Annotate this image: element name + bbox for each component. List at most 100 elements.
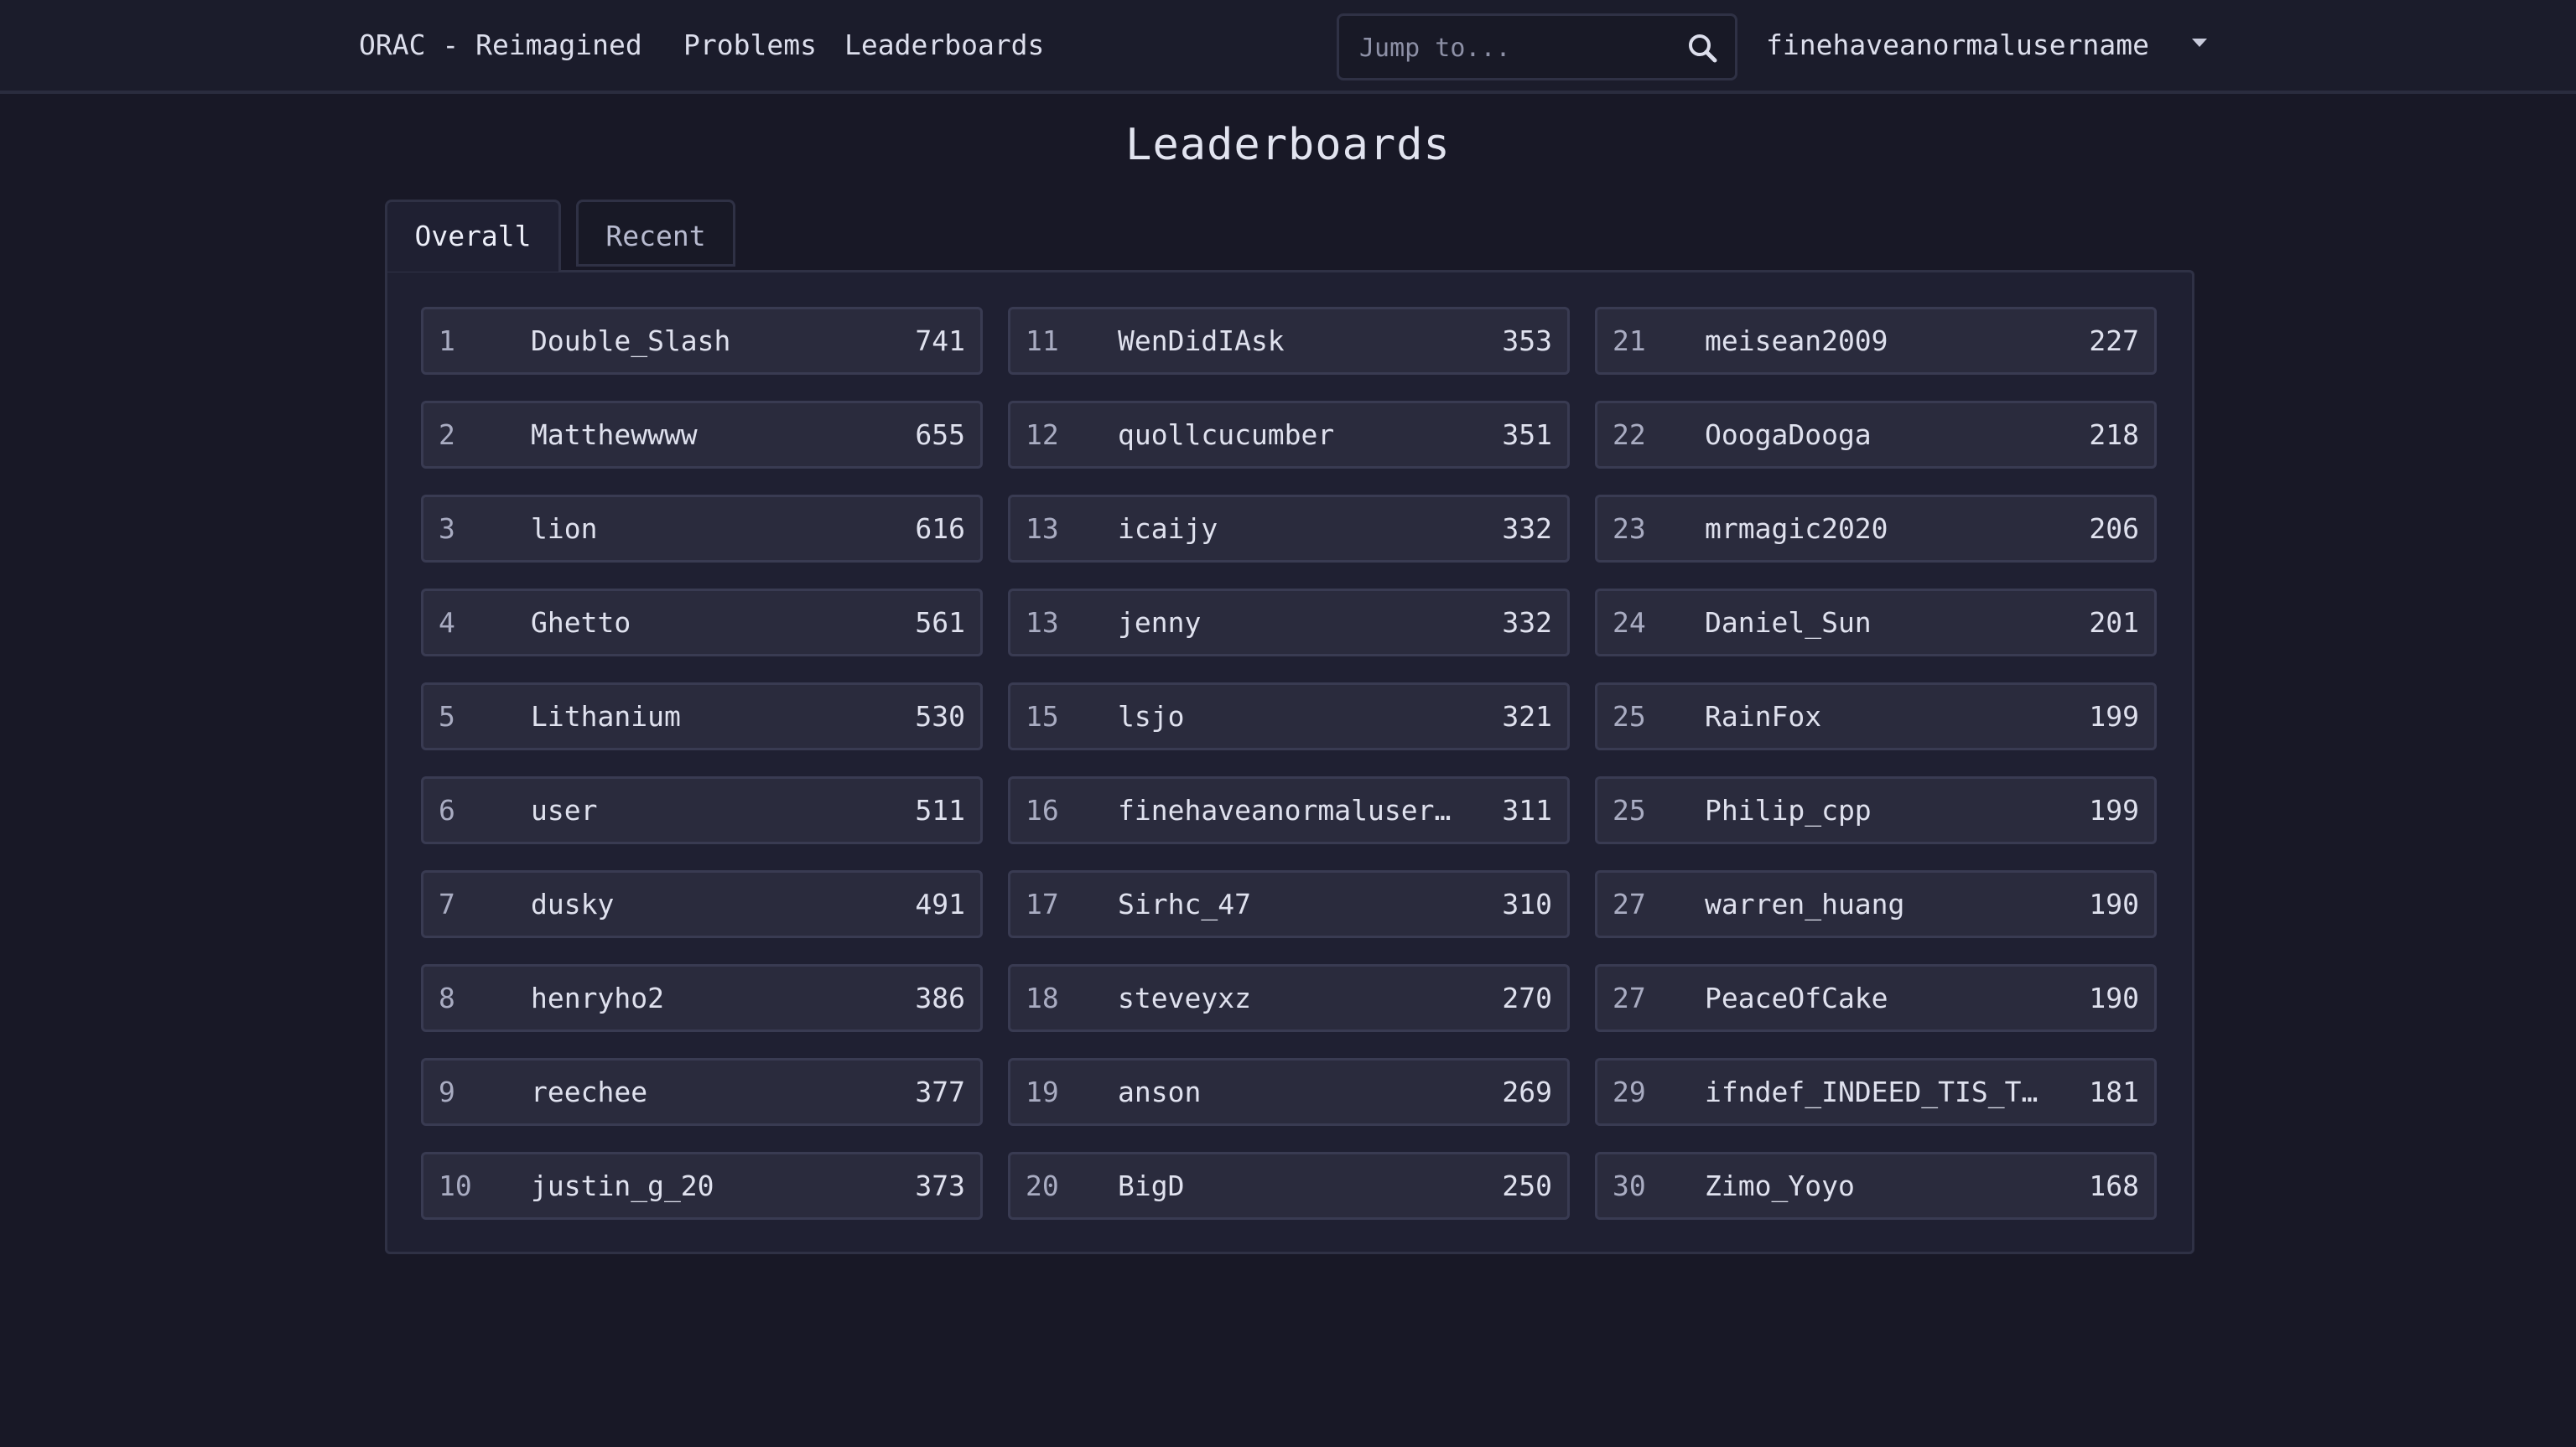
entry-score: 168: [2089, 1170, 2139, 1202]
entry-username[interactable]: justin_g_20: [531, 1154, 866, 1217]
entry-rank: 27: [1613, 982, 1646, 1014]
entry-rank: 20: [1026, 1170, 1059, 1202]
leaderboard-entry[interactable]: 15 lsjo 321: [1008, 682, 1570, 750]
leaderboards-link[interactable]: Leaderboards: [844, 23, 1044, 67]
entry-username[interactable]: lion: [531, 497, 866, 560]
entry-score: 386: [915, 982, 965, 1014]
entry-username[interactable]: meisean2009: [1705, 309, 2040, 372]
leaderboard-entry[interactable]: 25 Philip_cpp 199: [1595, 776, 2157, 844]
entry-rank: 9: [439, 1076, 455, 1108]
entry-username[interactable]: user: [531, 779, 866, 842]
entry-username[interactable]: dusky: [531, 873, 866, 936]
page-title: Leaderboards: [1125, 120, 1451, 170]
entry-username[interactable]: jenny: [1118, 591, 1453, 654]
problems-link[interactable]: Problems: [683, 23, 817, 67]
entry-score: 353: [1502, 324, 1552, 357]
leaderboard-entry[interactable]: 30 Zimo_Yoyo 168: [1595, 1152, 2157, 1220]
leaderboard-entry[interactable]: 17 Sirhc_47 310: [1008, 870, 1570, 938]
user-menu[interactable]: finehaveanormalusername: [1766, 23, 2236, 67]
entry-username[interactable]: mrmagic2020: [1705, 497, 2040, 560]
entry-username[interactable]: Lithanium: [531, 685, 866, 748]
entry-username[interactable]: WenDidIAsk: [1118, 309, 1453, 372]
leaderboard-entry[interactable]: 10 justin_g_20 373: [421, 1152, 983, 1220]
entry-username[interactable]: ifndef_INDEED_TIS_T…: [1705, 1061, 2040, 1123]
entry-rank: 10: [439, 1170, 472, 1202]
search-icon[interactable]: [1686, 32, 1718, 64]
chevron-down-icon[interactable]: [2192, 39, 2207, 47]
entry-score: 269: [1502, 1076, 1552, 1108]
leaderboard-entry[interactable]: 5 Lithanium 530: [421, 682, 983, 750]
leaderboard-entry[interactable]: 3 lion 616: [421, 495, 983, 563]
entry-username[interactable]: henryho2: [531, 967, 866, 1029]
leaderboard-entry[interactable]: 13 jenny 332: [1008, 589, 1570, 656]
leaderboard-entry[interactable]: 4 Ghetto 561: [421, 589, 983, 656]
entry-rank: 18: [1026, 982, 1059, 1014]
entry-score: 351: [1502, 418, 1552, 451]
search-input[interactable]: [1358, 16, 1680, 80]
leaderboard-entry[interactable]: 13 icaijy 332: [1008, 495, 1570, 563]
leaderboard-entry[interactable]: 12 quollcucumber 351: [1008, 401, 1570, 469]
entry-score: 190: [2089, 888, 2139, 921]
entry-username[interactable]: warren_huang: [1705, 873, 2040, 936]
entry-username[interactable]: quollcucumber: [1118, 403, 1453, 466]
leaderboard-entry[interactable]: 29 ifndef_INDEED_TIS_T… 181: [1595, 1058, 2157, 1126]
entry-score: 530: [915, 700, 965, 733]
entry-score: 511: [915, 794, 965, 827]
entry-username[interactable]: BigD: [1118, 1154, 1453, 1217]
entry-username[interactable]: Matthewwww: [531, 403, 866, 466]
entry-score: 321: [1502, 700, 1552, 733]
leaderboard-entry[interactable]: 7 dusky 491: [421, 870, 983, 938]
entry-username[interactable]: Ghetto: [531, 591, 866, 654]
entry-score: 199: [2089, 794, 2139, 827]
leaderboard-entry[interactable]: 20 BigD 250: [1008, 1152, 1570, 1220]
entry-username[interactable]: anson: [1118, 1061, 1453, 1123]
leaderboard-entry[interactable]: 25 RainFox 199: [1595, 682, 2157, 750]
entry-username[interactable]: icaijy: [1118, 497, 1453, 560]
brand-link[interactable]: ORAC - Reimagined: [359, 23, 642, 67]
leaderboard-entry[interactable]: 18 steveyxz 270: [1008, 964, 1570, 1032]
entry-username[interactable]: Zimo_Yoyo: [1705, 1154, 2040, 1217]
entry-score: 206: [2089, 512, 2139, 545]
entry-rank: 23: [1613, 512, 1646, 545]
leaderboard-entry[interactable]: 19 anson 269: [1008, 1058, 1570, 1126]
leaderboard-entry[interactable]: 6 user 511: [421, 776, 983, 844]
entry-username[interactable]: steveyxz: [1118, 967, 1453, 1029]
entry-rank: 15: [1026, 700, 1059, 733]
entry-rank: 25: [1613, 794, 1646, 827]
entry-username[interactable]: Double_Slash: [531, 309, 866, 372]
entry-rank: 29: [1613, 1076, 1646, 1108]
leaderboard-entry[interactable]: 11 WenDidIAsk 353: [1008, 307, 1570, 375]
leaderboard-entry[interactable]: 21 meisean2009 227: [1595, 307, 2157, 375]
entry-rank: 1: [439, 324, 455, 357]
entry-username[interactable]: lsjo: [1118, 685, 1453, 748]
leaderboard-entry[interactable]: 27 warren_huang 190: [1595, 870, 2157, 938]
entry-username[interactable]: Sirhc_47: [1118, 873, 1453, 936]
leaderboard-entry[interactable]: 22 OoogaDooga 218: [1595, 401, 2157, 469]
leaderboard-entry[interactable]: 24 Daniel_Sun 201: [1595, 589, 2157, 656]
entry-score: 270: [1502, 982, 1552, 1014]
leaderboard-entry[interactable]: 16 finehaveanormaluser… 311: [1008, 776, 1570, 844]
entry-rank: 13: [1026, 512, 1059, 545]
entry-username[interactable]: Daniel_Sun: [1705, 591, 2040, 654]
leaderboard-entry[interactable]: 2 Matthewwww 655: [421, 401, 983, 469]
entry-score: 491: [915, 888, 965, 921]
leaderboard-entry[interactable]: 27 PeaceOfCake 190: [1595, 964, 2157, 1032]
entry-score: 616: [915, 512, 965, 545]
entry-username[interactable]: OoogaDooga: [1705, 403, 2040, 466]
entry-rank: 11: [1026, 324, 1059, 357]
entry-username[interactable]: RainFox: [1705, 685, 2040, 748]
leaderboard-entry[interactable]: 8 henryho2 386: [421, 964, 983, 1032]
leaderboard-panel: 1 Double_Slash 741 11 WenDidIAsk 353 21 meisean…: [385, 270, 2194, 1254]
entry-score: 199: [2089, 700, 2139, 733]
tab-overall[interactable]: Overall: [385, 200, 561, 272]
entry-username[interactable]: Philip_cpp: [1705, 779, 2040, 842]
leaderboard-entry[interactable]: 23 mrmagic2020 206: [1595, 495, 2157, 563]
entry-username[interactable]: finehaveanormaluser…: [1118, 779, 1453, 842]
leaderboard-entry[interactable]: 1 Double_Slash 741: [421, 307, 983, 375]
entry-username[interactable]: reechee: [531, 1061, 866, 1123]
tab-recent[interactable]: Recent: [576, 200, 735, 267]
entry-rank: 2: [439, 418, 455, 451]
entry-username[interactable]: PeaceOfCake: [1705, 967, 2040, 1029]
entry-score: 332: [1502, 606, 1552, 639]
leaderboard-entry[interactable]: 9 reechee 377: [421, 1058, 983, 1126]
